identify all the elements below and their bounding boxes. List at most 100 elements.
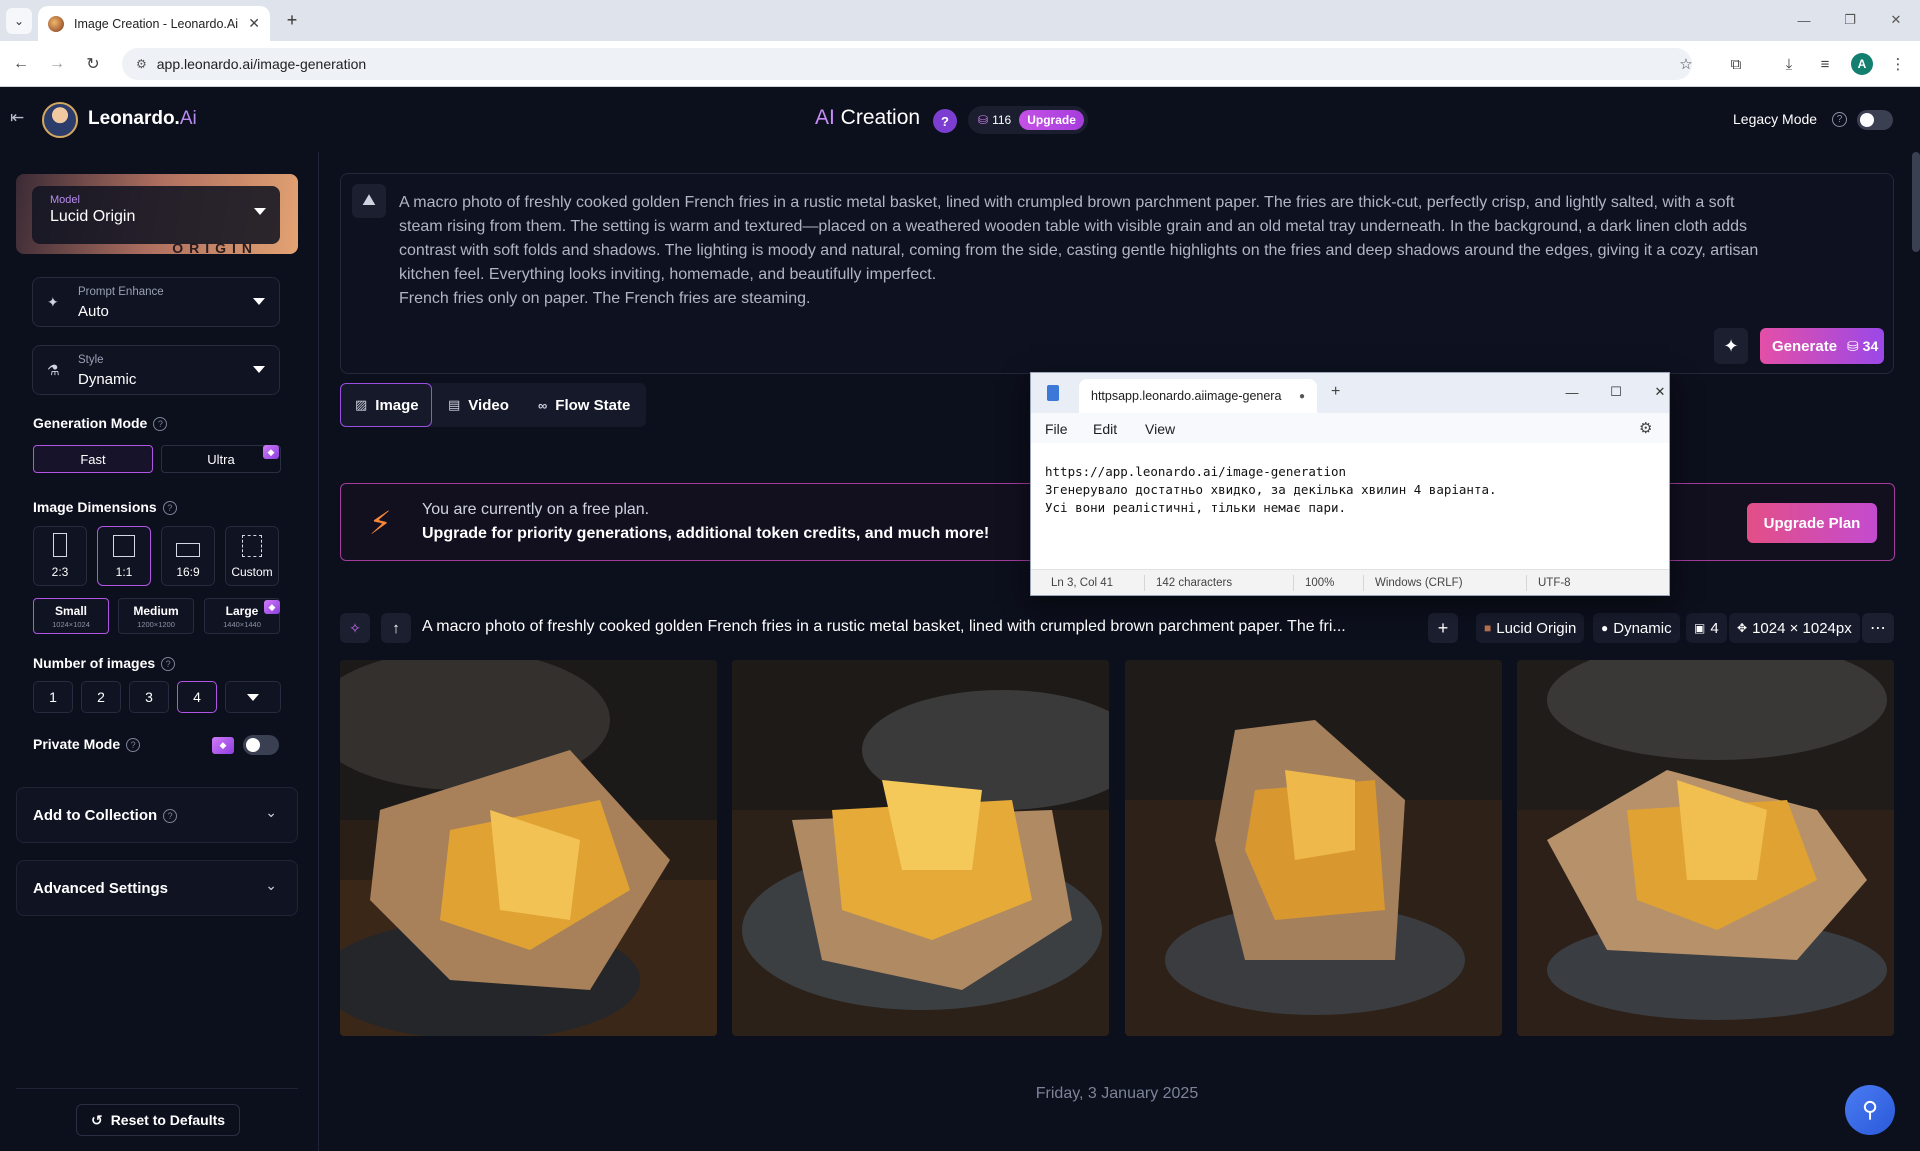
image-upload-icon[interactable]: ⛰: [352, 184, 386, 218]
notepad-menu-view[interactable]: View: [1145, 421, 1175, 437]
images-count-2-button[interactable]: 2: [81, 681, 121, 713]
minimize-window-button[interactable]: —: [1784, 6, 1824, 34]
site-info-icon[interactable]: ⚙: [136, 57, 147, 71]
enhance-prompt-icon[interactable]: ✦: [1714, 328, 1748, 364]
reload-button[interactable]: ↻: [80, 51, 106, 77]
back-button[interactable]: ←: [8, 51, 34, 77]
close-window-button[interactable]: ✕: [1876, 6, 1916, 34]
brand-name[interactable]: Leonardo.Ai: [88, 108, 197, 130]
image-dimensions-text: Image Dimensions: [33, 499, 157, 515]
status-position: Ln 3, Col 41: [1051, 577, 1114, 589]
browser-tab-title: Image Creation - Leonardo.Ai: [74, 16, 238, 31]
help-icon[interactable]: ?: [161, 657, 176, 672]
flask-icon: ⚗: [47, 362, 60, 378]
browser-menu-icon[interactable]: ⋮: [1885, 51, 1911, 77]
notepad-menubar: [1031, 413, 1669, 443]
upgrade-plan-button[interactable]: Upgrade Plan: [1747, 503, 1877, 543]
prompt-enhance-label: Prompt Enhance: [78, 286, 164, 298]
notepad-maximize-button[interactable]: ☐: [1601, 379, 1631, 405]
advanced-settings-section[interactable]: Advanced Settings ⌄: [16, 860, 298, 916]
address-bar[interactable]: ⚙ app.leonardo.ai/image-generation: [122, 48, 1692, 80]
help-icon[interactable]: ?: [162, 501, 177, 516]
divider: [1293, 575, 1294, 591]
notepad-window: httpsapp.leonardo.aiimage-genera ● + — ☐…: [1030, 372, 1670, 596]
dimension-custom-button[interactable]: Custom: [225, 526, 279, 586]
images-count-1-button[interactable]: 1: [33, 681, 73, 713]
notepad-menu-edit[interactable]: Edit: [1093, 421, 1117, 437]
more-options-icon[interactable]: ⋯: [1862, 613, 1894, 643]
dimension-1-1-button[interactable]: 1:1: [97, 526, 151, 586]
downloads-icon[interactable]: ⤓: [1776, 51, 1802, 77]
reset-to-defaults-button[interactable]: ↺ Reset to Defaults: [76, 1104, 240, 1136]
notepad-tab[interactable]: httpsapp.leonardo.aiimage-genera ●: [1079, 379, 1317, 413]
add-to-collection-section[interactable]: Add to Collection? ⌄: [16, 787, 298, 843]
extensions-icon[interactable]: ⧉: [1723, 51, 1749, 77]
page-title-ai: AI: [815, 106, 835, 129]
token-balance[interactable]: ⛁ 116 Upgrade: [968, 106, 1088, 134]
tab-video[interactable]: ▤ Video: [434, 383, 523, 427]
prompt-enhance-select[interactable]: ✦ Prompt Enhance Auto: [32, 277, 280, 327]
bookmark-star-icon[interactable]: ☆: [1673, 51, 1699, 77]
generated-image[interactable]: [340, 660, 717, 1036]
search-icon[interactable]: ⚲: [1845, 1085, 1895, 1135]
notepad-text-area[interactable]: https://app.leonardo.ai/image-generation…: [1045, 463, 1497, 517]
app-header: [0, 87, 1920, 152]
private-mode-text: Private Mode: [33, 736, 121, 752]
profile-avatar[interactable]: A: [1851, 53, 1873, 75]
notepad-close-button[interactable]: ✕: [1645, 379, 1675, 405]
mode-fast-button[interactable]: Fast: [33, 445, 153, 473]
generated-image[interactable]: [1125, 660, 1502, 1036]
style-label: Style: [78, 354, 104, 366]
help-icon[interactable]: ?: [163, 809, 178, 824]
media-tabs: ▨ Image ▤ Video ∞ Flow State: [340, 383, 646, 427]
notepad-new-tab-button[interactable]: +: [1331, 383, 1340, 401]
images-count-4-button[interactable]: 4: [177, 681, 217, 713]
notepad-menu-file[interactable]: File: [1045, 421, 1068, 437]
close-tab-icon[interactable]: ✕: [248, 15, 260, 32]
browser-tab-active[interactable]: Image Creation - Leonardo.Ai ✕: [38, 6, 270, 41]
gear-icon[interactable]: ⚙: [1639, 419, 1652, 437]
tab-flow-state[interactable]: ∞ Flow State: [524, 383, 644, 427]
tab-video-label: Video: [468, 396, 509, 414]
generated-image[interactable]: [732, 660, 1109, 1036]
style-select[interactable]: ⚗ Style Dynamic: [32, 345, 280, 395]
private-mode-toggle[interactable]: [243, 735, 279, 755]
tab-search-button[interactable]: ⌄: [6, 8, 32, 34]
generation-prompt[interactable]: A macro photo of freshly cooked golden F…: [422, 618, 1422, 636]
legacy-mode-toggle[interactable]: [1857, 110, 1893, 130]
images-count-3-button[interactable]: 3: [129, 681, 169, 713]
collapse-sidebar-icon[interactable]: ⇤: [10, 108, 24, 128]
help-icon[interactable]: ?: [153, 417, 168, 432]
size-small-button[interactable]: Small 1024×1024: [33, 598, 109, 634]
unsaved-dot-icon[interactable]: ●: [1299, 391, 1305, 402]
model-select[interactable]: Model Lucid Origin: [32, 186, 280, 244]
prompt-textarea[interactable]: A macro photo of freshly cooked golden F…: [399, 191, 1869, 311]
page-scrollbar[interactable]: [1912, 152, 1920, 252]
help-icon[interactable]: ?: [126, 738, 141, 753]
images-count-more-button[interactable]: [225, 681, 281, 713]
number-of-images-text: Number of images: [33, 655, 156, 671]
restore-window-button[interactable]: ❐: [1830, 6, 1870, 34]
dimension-2-3-button[interactable]: 2:3: [33, 526, 87, 586]
generated-image[interactable]: [1517, 660, 1894, 1036]
notepad-app-icon: [1047, 385, 1059, 401]
new-tab-button[interactable]: +: [280, 8, 304, 32]
upgrade-button[interactable]: Upgrade: [1019, 110, 1084, 130]
notepad-minimize-button[interactable]: —: [1557, 379, 1587, 405]
brand-avatar: [42, 102, 78, 138]
generation-count-chip: ▣ 4: [1686, 613, 1727, 643]
tab-image[interactable]: ▨ Image: [340, 383, 432, 427]
size-medium-button[interactable]: Medium 1200×1200: [118, 598, 194, 634]
generate-button[interactable]: Generate ⛁ 34: [1760, 328, 1884, 364]
notepad-tab-title: httpsapp.leonardo.aiimage-genera: [1091, 389, 1282, 403]
media-control-icon[interactable]: ≡: [1812, 51, 1838, 77]
help-button[interactable]: ?: [933, 109, 957, 133]
forward-button[interactable]: →: [44, 51, 70, 77]
leonardo-favicon-icon: [48, 15, 64, 32]
arrow-up-icon[interactable]: ↑: [381, 613, 411, 643]
dimension-16-9-button[interactable]: 16:9: [161, 526, 215, 586]
legacy-mode-help-icon[interactable]: ?: [1832, 112, 1847, 127]
add-icon[interactable]: +: [1428, 613, 1458, 643]
magic-wand-icon[interactable]: ✧: [340, 613, 370, 643]
portrait-shape-icon: [53, 533, 67, 557]
